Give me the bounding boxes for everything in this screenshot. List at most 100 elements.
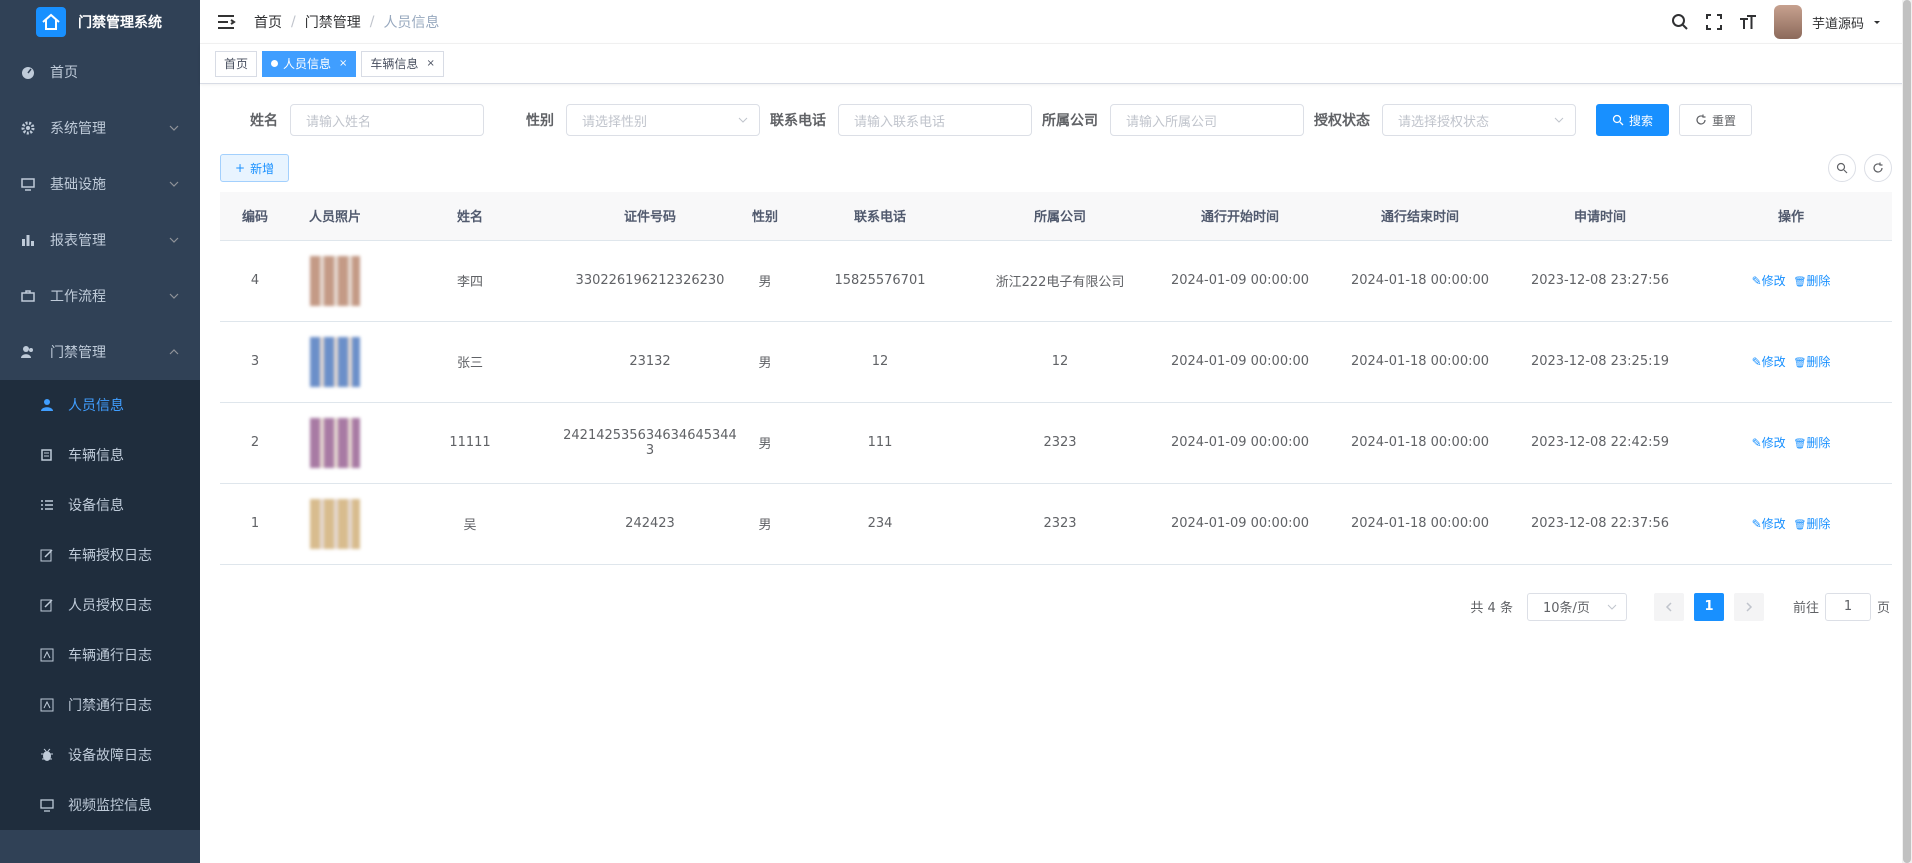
prev-page-button[interactable] [1653, 592, 1684, 621]
avatar[interactable] [1773, 5, 1802, 39]
person-photo[interactable] [310, 255, 360, 306]
sidebar-item-label: 视频监控信息 [68, 798, 152, 814]
pagination-total: 共 4 条 [1470, 601, 1513, 616]
delete-button[interactable]: 🗑删除 [1794, 517, 1831, 531]
person-photo[interactable] [310, 417, 360, 468]
edit-button[interactable]: ✎修改 [1752, 355, 1786, 369]
col-header: 人员照片 [290, 192, 380, 241]
company-input[interactable]: 请输入所属公司 [1110, 104, 1304, 136]
sidebar-item-reports[interactable]: 报表管理 [0, 212, 200, 268]
cell-photo [290, 402, 380, 484]
delete-label: 删除 [1806, 517, 1831, 531]
scrollbar[interactable] [1902, 0, 1912, 863]
scrollbar-thumb[interactable] [1903, 0, 1911, 863]
breadcrumb-separator: / [291, 13, 296, 30]
page-number[interactable]: 1 [1693, 592, 1724, 621]
edit-icon [40, 548, 54, 562]
cell-actions: ✎修改 🗑删除 [1690, 321, 1892, 403]
sidebar-item-door-pass-log[interactable]: 门禁通行日志 [0, 680, 200, 730]
sidebar-item-system[interactable]: 系统管理 [0, 100, 200, 156]
edit-label: 修改 [1761, 436, 1786, 450]
search-icon[interactable] [1670, 12, 1690, 32]
toggle-search-button[interactable] [1828, 154, 1856, 182]
table-row: 1 吴 242423 男 234 2323 2024-01-09 00:00:00 2024-… [220, 483, 1892, 565]
sidebar-item-infrastructure[interactable]: 基础设施 [0, 156, 200, 212]
add-button[interactable]: + 新增 [220, 154, 290, 182]
sidebar-item-label: 报表管理 [50, 233, 106, 249]
sidebar-item-label: 车辆授权日志 [68, 548, 152, 564]
chevron-down-icon [169, 125, 179, 131]
breadcrumb-item[interactable]: 首页 [254, 12, 282, 32]
tag-vehicle-info[interactable]: 车辆信息 × [361, 50, 444, 77]
refresh-button[interactable] [1864, 154, 1892, 182]
chevron-down-icon [738, 117, 748, 123]
gender-label: 性别 [526, 113, 554, 129]
fullscreen-icon[interactable] [1704, 12, 1724, 32]
cell-end-time: 2024-01-18 00:00:00 [1330, 402, 1510, 484]
sidebar-item-home[interactable]: 首页 [0, 44, 200, 100]
table-row: 2 11111 242142535634634645344 3 男 111 2323 202… [220, 402, 1892, 484]
reset-button[interactable]: 重置 [1679, 104, 1753, 136]
phone-placeholder: 请输入联系电话 [854, 114, 946, 130]
delete-label: 删除 [1806, 355, 1831, 369]
sidebar-item-access-control[interactable]: 门禁管理 [0, 324, 200, 380]
tag-home[interactable]: 首页 [215, 50, 258, 77]
sidebar-item-label: 门禁通行日志 [68, 698, 152, 714]
col-header: 通行结束时间 [1330, 192, 1510, 241]
person-photo[interactable] [310, 336, 360, 387]
cell-photo [290, 321, 380, 403]
sidebar-item-person-info[interactable]: 人员信息 [0, 380, 200, 430]
phone-input[interactable]: 请输入联系电话 [838, 104, 1032, 136]
goto-page-input[interactable]: 1 [1824, 592, 1871, 621]
gear-icon [20, 120, 36, 136]
cell-photo [290, 240, 380, 322]
user-icon [40, 398, 54, 412]
edit-button[interactable]: ✎修改 [1752, 517, 1786, 531]
next-page-button[interactable] [1733, 592, 1764, 621]
edit-button[interactable]: ✎修改 [1752, 436, 1786, 450]
delete-button[interactable]: 🗑删除 [1794, 274, 1831, 288]
gender-select[interactable]: 请选择性别 [566, 104, 760, 136]
sidebar-item-person-auth-log[interactable]: 人员授权日志 [0, 580, 200, 630]
chevron-down-icon [169, 237, 179, 243]
edit-icon: ✎ [1751, 355, 1762, 369]
sidebar-item-device-fault-log[interactable]: 设备故障日志 [0, 730, 200, 780]
main-area: 首页 / 门禁管理 / 人员信息 芋道源码 首页 人员信息 × 车辆信息 × 姓… [200, 0, 1912, 863]
delete-button[interactable]: 🗑删除 [1794, 355, 1831, 369]
refresh-icon [1873, 162, 1883, 173]
logo[interactable]: 门禁管理系统 [0, 0, 200, 44]
font-size-icon[interactable] [1738, 12, 1758, 32]
hamburger-icon[interactable] [216, 12, 236, 32]
search-button[interactable]: 搜索 [1596, 104, 1670, 136]
username[interactable]: 芋道源码 [1812, 13, 1864, 32]
caret-down-icon[interactable] [1872, 17, 1882, 27]
sidebar-item-vehicle-info[interactable]: 车辆信息 [0, 430, 200, 480]
sidebar-item-label: 人员授权日志 [68, 598, 152, 614]
cell-company: 2323 [970, 402, 1150, 484]
sidebar-item-workflow[interactable]: 工作流程 [0, 268, 200, 324]
sidebar-item-vehicle-auth-log[interactable]: 车辆授权日志 [0, 530, 200, 580]
cell-end-time: 2024-01-18 00:00:00 [1330, 240, 1510, 322]
sidebar-item-device-info[interactable]: 设备信息 [0, 480, 200, 530]
chevron-down-icon [1607, 604, 1617, 610]
search-form: 姓名 请输入姓名 性别 请选择性别 联系电话 请输入联系电话 所属公司 请输入所… [220, 104, 1892, 136]
sidebar-item-video-monitor[interactable]: 视频监控信息 [0, 780, 200, 830]
page-size-select[interactable]: 10条/页 [1526, 592, 1627, 621]
tag-person-info[interactable]: 人员信息 × [262, 50, 357, 77]
sidebar-item-vehicle-pass-log[interactable]: 车辆通行日志 [0, 630, 200, 680]
cell-id: 1 [220, 483, 290, 565]
delete-button[interactable]: 🗑删除 [1794, 436, 1831, 450]
person-photo[interactable] [310, 498, 360, 549]
name-input[interactable]: 请输入姓名 [290, 104, 484, 136]
breadcrumb-item[interactable]: 门禁管理 [305, 12, 361, 32]
edit-button[interactable]: ✎修改 [1752, 274, 1786, 288]
close-icon[interactable]: × [339, 58, 347, 69]
cell-phone: 234 [790, 483, 970, 565]
sidebar-item-label: 人员信息 [68, 398, 124, 414]
auth-status-select[interactable]: 请选择授权状态 [1382, 104, 1576, 136]
breadcrumb: 首页 / 门禁管理 / 人员信息 [254, 12, 439, 32]
cell-gender: 男 [740, 240, 790, 322]
close-icon[interactable]: × [426, 58, 434, 69]
col-header: 操作 [1690, 192, 1892, 241]
cell-id: 2 [220, 402, 290, 484]
